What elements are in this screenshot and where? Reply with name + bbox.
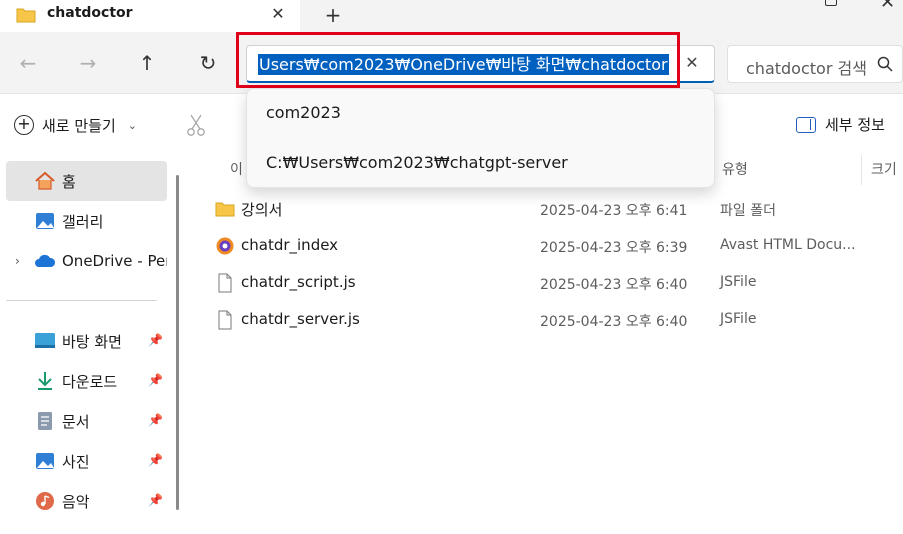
scissors-icon[interactable] (185, 113, 207, 137)
refresh-button[interactable]: ↻ (195, 50, 221, 76)
sidebar-item-label: 홈 (62, 172, 76, 191)
address-clear-icon[interactable]: ✕ (682, 53, 702, 73)
up-button[interactable]: ↑ (134, 50, 160, 76)
search-icon[interactable] (876, 55, 894, 73)
plus-circle-icon: + (14, 115, 34, 135)
file-row-html[interactable]: chatdr_index 2025-04-23 오후 6:39 Avast HT… (188, 227, 903, 264)
file-date: 2025-04-23 오후 6:41 (540, 203, 688, 219)
document-icon (34, 410, 56, 432)
sidebar-item-label: 다운로드 (62, 372, 118, 391)
home-icon (34, 170, 56, 192)
column-separator[interactable] (861, 155, 862, 185)
pin-icon[interactable]: 📌 (148, 373, 163, 387)
tab-strip: chatdoctor ✕ + ✕ (0, 0, 903, 32)
file-type: JSFile (720, 311, 757, 327)
sidebar-item-music[interactable]: 음악 📌 (6, 481, 167, 521)
sidebar-divider (6, 300, 157, 301)
window-close-icon[interactable]: ✕ (880, 0, 895, 13)
column-header-size[interactable]: 크기 (871, 159, 897, 179)
column-header-type[interactable]: 유형 (722, 159, 748, 179)
sidebar-item-label: 갤러리 (62, 212, 104, 231)
address-suggestion-item[interactable]: com2023 (247, 89, 716, 137)
sidebar-scrollbar[interactable] (176, 175, 179, 510)
file-date: 2025-04-23 오후 6:40 (540, 314, 688, 330)
chevron-down-icon: ⌄ (127, 118, 137, 132)
details-button-label: 세부 정보 (825, 116, 885, 134)
pin-icon[interactable]: 📌 (148, 413, 163, 427)
forward-button[interactable]: → (75, 50, 101, 76)
new-button[interactable]: + 새로 만들기 ⌄ (14, 113, 137, 137)
search-box[interactable]: chatdoctor 검색 (727, 45, 903, 83)
sidebar-item-downloads[interactable]: 다운로드 📌 (6, 361, 167, 401)
sidebar-item-label: OneDrive - Pers (62, 252, 167, 270)
navigation-pane: 홈 갤러리 › OneDrive - Pers 바탕 화면 📌 다운로드 📌 문… (0, 155, 188, 534)
pictures-icon (34, 450, 56, 472)
sidebar-item-gallery[interactable]: 갤러리 (6, 201, 167, 241)
file-icon (218, 273, 232, 293)
maximize-icon[interactable] (825, 0, 837, 6)
tab-close-icon[interactable]: ✕ (268, 4, 288, 24)
tab-chatdoctor[interactable]: chatdoctor ✕ (0, 0, 300, 32)
desktop-icon (34, 330, 56, 352)
back-button[interactable]: ← (15, 50, 41, 76)
search-placeholder: chatdoctor 검색 (746, 59, 867, 78)
file-name: chatdr_script.js (241, 273, 356, 291)
file-name: 강의서 (241, 201, 283, 219)
new-tab-button[interactable]: + (322, 3, 344, 27)
file-name: chatdr_server.js (241, 310, 360, 328)
music-icon (34, 490, 56, 512)
download-icon (34, 370, 56, 392)
file-list: 이 유형 크기 강의서 2025-04-23 오후 6:41 파일 폴더 cha… (188, 155, 903, 534)
folder-icon (215, 202, 235, 217)
new-button-label: 새로 만들기 (42, 116, 116, 135)
file-icon (218, 310, 232, 330)
file-name: chatdr_index (241, 236, 339, 254)
column-header-name[interactable]: 이 (230, 159, 243, 179)
sidebar-item-desktop[interactable]: 바탕 화면 📌 (6, 321, 167, 361)
onedrive-cloud-icon (34, 250, 56, 272)
sidebar-item-onedrive[interactable]: › OneDrive - Pers (6, 241, 167, 281)
file-type: Avast HTML Docu... (720, 237, 856, 253)
file-type: 파일 폴더 (720, 203, 776, 219)
file-row-script[interactable]: chatdr_script.js 2025-04-23 오후 6:40 JSFi… (188, 264, 903, 301)
file-row-folder[interactable]: 강의서 2025-04-23 오후 6:41 파일 폴더 (188, 190, 903, 227)
pin-icon[interactable]: 📌 (148, 453, 163, 467)
gallery-icon (34, 210, 56, 232)
address-suggestions-dropdown: com2023 C:₩Users₩com2023₩chatgpt-server (246, 88, 715, 188)
sidebar-item-label: 음악 (62, 492, 90, 511)
file-date: 2025-04-23 오후 6:40 (540, 277, 688, 293)
details-pane-icon (796, 116, 816, 133)
pin-icon[interactable]: 📌 (148, 493, 163, 507)
sidebar-item-documents[interactable]: 문서 📌 (6, 401, 167, 441)
tab-title: chatdoctor (47, 5, 133, 21)
address-suggestion-item[interactable]: C:₩Users₩com2023₩chatgpt-server (247, 139, 716, 187)
sidebar-item-label: 사진 (62, 452, 90, 471)
file-row-server[interactable]: chatdr_server.js 2025-04-23 오후 6:40 JSFi… (188, 301, 903, 338)
sidebar-item-label: 바탕 화면 (62, 332, 122, 351)
details-button[interactable]: 세부 정보 (796, 114, 885, 135)
file-type: JSFile (720, 274, 757, 290)
file-date: 2025-04-23 오후 6:39 (540, 240, 688, 256)
address-highlight-box (236, 32, 680, 88)
folder-icon (16, 8, 36, 23)
avast-html-icon (216, 237, 234, 255)
sidebar-item-home[interactable]: 홈 (6, 161, 167, 201)
sidebar-item-label: 문서 (62, 412, 90, 431)
chevron-right-icon[interactable]: › (15, 254, 20, 268)
pin-icon[interactable]: 📌 (148, 333, 163, 347)
sidebar-item-pictures[interactable]: 사진 📌 (6, 441, 167, 481)
